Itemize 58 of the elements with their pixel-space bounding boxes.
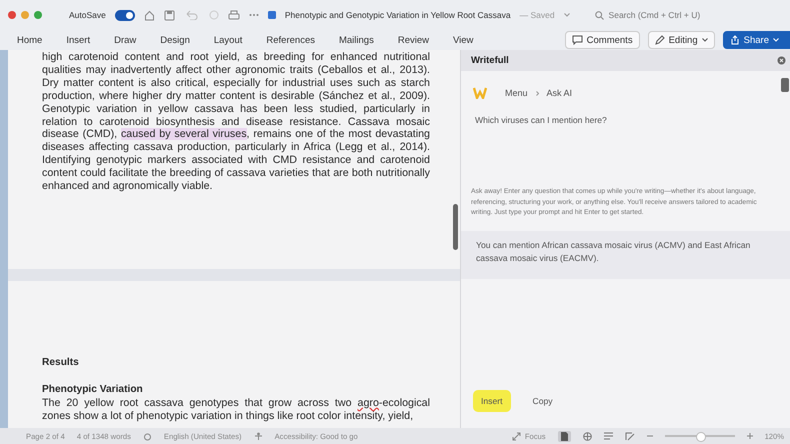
- maximize-button[interactable]: [34, 11, 42, 19]
- info-tab[interactable]: [781, 78, 789, 92]
- draft-icon[interactable]: [624, 432, 635, 440]
- autosave-label: AutoSave: [69, 10, 106, 20]
- document-title: Phenotypic and Genotypic Variation in Yellow Root Cassava: [284, 10, 511, 20]
- ribbon-tab[interactable]: References: [266, 34, 315, 46]
- share-button[interactable]: Share: [722, 31, 790, 49]
- ribbon-tab[interactable]: View: [453, 34, 474, 46]
- document-icon: [268, 11, 276, 19]
- chevron-down-icon: [702, 38, 708, 42]
- accessibility-icon[interactable]: [254, 432, 263, 440]
- ribbon-tab[interactable]: Design: [160, 34, 190, 46]
- breadcrumb-link[interactable]: Menu: [505, 88, 528, 98]
- copy-button[interactable]: Copy: [524, 390, 561, 412]
- ribbon-tab[interactable]: Layout: [214, 34, 242, 46]
- zoom-out-icon[interactable]: [646, 433, 653, 439]
- save-icon[interactable]: [164, 10, 175, 20]
- chevron-down-icon: [773, 38, 779, 42]
- zoom-slider-thumb[interactable]: [696, 432, 706, 442]
- insert-button[interactable]: Insert: [473, 390, 510, 412]
- ribbon-tab[interactable]: Insert: [66, 34, 90, 46]
- outline-icon[interactable]: [604, 432, 613, 440]
- chevron-right-icon: [536, 90, 539, 96]
- undo-icon[interactable]: [184, 10, 200, 20]
- search-icon: [594, 10, 604, 20]
- page-icon: [560, 432, 568, 440]
- close-button[interactable]: [8, 11, 16, 19]
- home-icon[interactable]: [144, 10, 155, 20]
- body-paragraph: high carotenoid content and root yield, as breeding for enhanced nutritional qualities may inadvertently affect other agronomic traits (Ceballos et al., 2013). Dry matter content is also critical, especially for industrial uses such as starch production, where higher dry matter content is desirable (Sánchez et al., 2009). Genotypic variation in yellow cassava has been less studied, particularly in relation to carotenoid biosynthesis and disease resistance. Cassava mosaic disease (CMD), caused by several viruses, remains one of the most devastating diseases affecting cassava production, particularly in Africa (Legg et al., 2014). Identifying genotypic markers associated with CMD resistance and carotenoid content could facilitate the breeding of cassava varieties that are both nutritionally enhanced and agronomically viable.: [42, 51, 430, 193]
- minimize-button[interactable]: [21, 11, 29, 19]
- chevron-down-icon: [564, 13, 570, 17]
- scrollbar-thumb[interactable]: [453, 204, 458, 250]
- web-layout-icon[interactable]: [582, 432, 592, 440]
- comment-icon: [572, 35, 583, 45]
- print-layout-button[interactable]: [558, 430, 571, 442]
- print-icon[interactable]: [228, 10, 240, 20]
- ribbon-tab[interactable]: Mailings: [338, 34, 374, 46]
- answer-text: You can mention African cassava mosaic virus (ACMV) and East African cassava mosaic virus (EACMV).: [461, 230, 790, 278]
- question-field[interactable]: Which viruses can I mention here?: [475, 115, 780, 181]
- writefull-logo-icon: [473, 87, 487, 99]
- ribbon-tab[interactable]: Review: [398, 34, 429, 46]
- share-icon: [730, 35, 740, 45]
- body-paragraph: The 20 yellow root cassava genotypes that grow across two agro-ecological zones show a lot of phenotypic variation in things like root color intensity, yield,: [42, 396, 430, 423]
- subheading: Phenotypic Variation: [42, 384, 144, 397]
- close-icon[interactable]: [777, 56, 786, 65]
- section-heading: Results: [42, 357, 80, 370]
- search-field[interactable]: Search (Cmd + Ctrl + U): [594, 10, 700, 20]
- more-icon[interactable]: [248, 13, 259, 17]
- zoom-in-icon[interactable]: [746, 433, 753, 439]
- editing-button[interactable]: Editing: [648, 31, 715, 49]
- panel-title: Writefull: [471, 55, 509, 66]
- ribbon-tab[interactable]: Home: [17, 34, 42, 46]
- breadcrumb-current: Ask AI: [546, 88, 572, 98]
- autosave-toggle[interactable]: [114, 10, 135, 20]
- comments-button[interactable]: Comments: [564, 31, 640, 49]
- ribbon-tab[interactable]: Draw: [114, 34, 136, 46]
- expand-icon[interactable]: [512, 432, 521, 440]
- pencil-icon: [654, 35, 665, 45]
